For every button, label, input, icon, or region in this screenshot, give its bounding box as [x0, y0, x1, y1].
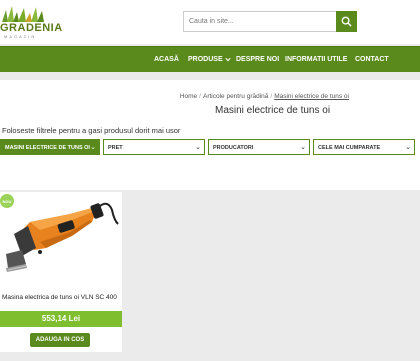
search-input[interactable]: Cauta in site... [183, 11, 337, 32]
filter-category[interactable]: MASINI ELECTRICE DE TUNS OI ⌄ [0, 139, 100, 155]
nav-item-produse[interactable]: PRODUSE [188, 56, 231, 63]
breadcrumb-current[interactable]: Masini electrice de tuns oi [274, 93, 349, 100]
logo-text: GRADENIA [0, 22, 63, 34]
product-name[interactable]: Masina electrica de tuns oi VLN SC 400 [2, 294, 120, 301]
chevron-down-icon [224, 57, 231, 62]
chevron-down-icon: ⌄ [195, 144, 201, 151]
chevron-down-icon: ⌄ [405, 144, 411, 151]
breadcrumb-category[interactable]: Articole pentru grădină [203, 93, 268, 100]
filter-price-label: PRET [108, 145, 123, 151]
filter-producers[interactable]: PRODUCATORI ⌄ [208, 139, 310, 155]
search-button[interactable] [336, 11, 357, 32]
filter-producers-label: PRODUCATORI [213, 145, 254, 151]
nav-item-informatii-utile[interactable]: INFORMATII UTILE [285, 56, 347, 63]
breadcrumb: Home / Articole pentru grădină / Masini elec… [179, 93, 349, 100]
filter-price[interactable]: PRET ⌄ [103, 139, 205, 155]
site-logo[interactable]: GRADENIA MAGAZIN [0, 4, 62, 39]
logo-subtext: MAGAZIN [4, 34, 37, 39]
logo-grass-icon [2, 6, 44, 22]
filter-most-bought[interactable]: CELE MAI CUMPARATE ⌄ [313, 139, 415, 155]
filter-category-label: MASINI ELECTRICE DE TUNS OI [5, 145, 90, 151]
product-price: 553,14 Lei [0, 311, 122, 327]
breadcrumb-home[interactable]: Home [180, 93, 197, 100]
chevron-down-icon: ⌄ [90, 144, 96, 151]
nav-item-label: PRODUSE [188, 56, 223, 63]
header: GRADENIA MAGAZIN Cauta in site... [0, 0, 420, 44]
main-nav: ACASĂ PRODUSE DESPRE NOI INFORMATII UTIL… [0, 46, 420, 72]
product-card[interactable]: NOU Masina electrica de tuns oi VLN SC 4… [0, 192, 122, 352]
search-icon [341, 16, 352, 27]
add-to-cart-button[interactable]: ADAUGA IN COS [30, 333, 90, 347]
nav-item-acasa[interactable]: ACASĂ [154, 56, 179, 63]
nav-item-despre-noi[interactable]: DESPRE NOI [236, 56, 279, 63]
page-title: Masini electrice de tuns oi [215, 105, 331, 116]
filter-most-bought-label: CELE MAI CUMPARATE [318, 145, 381, 151]
product-image[interactable] [0, 192, 122, 282]
nav-item-contact[interactable]: CONTACT [355, 56, 389, 63]
filter-hint: Foloseste filtrele pentru a gasi produsu… [2, 126, 181, 135]
chevron-down-icon: ⌄ [300, 144, 306, 151]
new-badge: NOU [0, 194, 14, 208]
